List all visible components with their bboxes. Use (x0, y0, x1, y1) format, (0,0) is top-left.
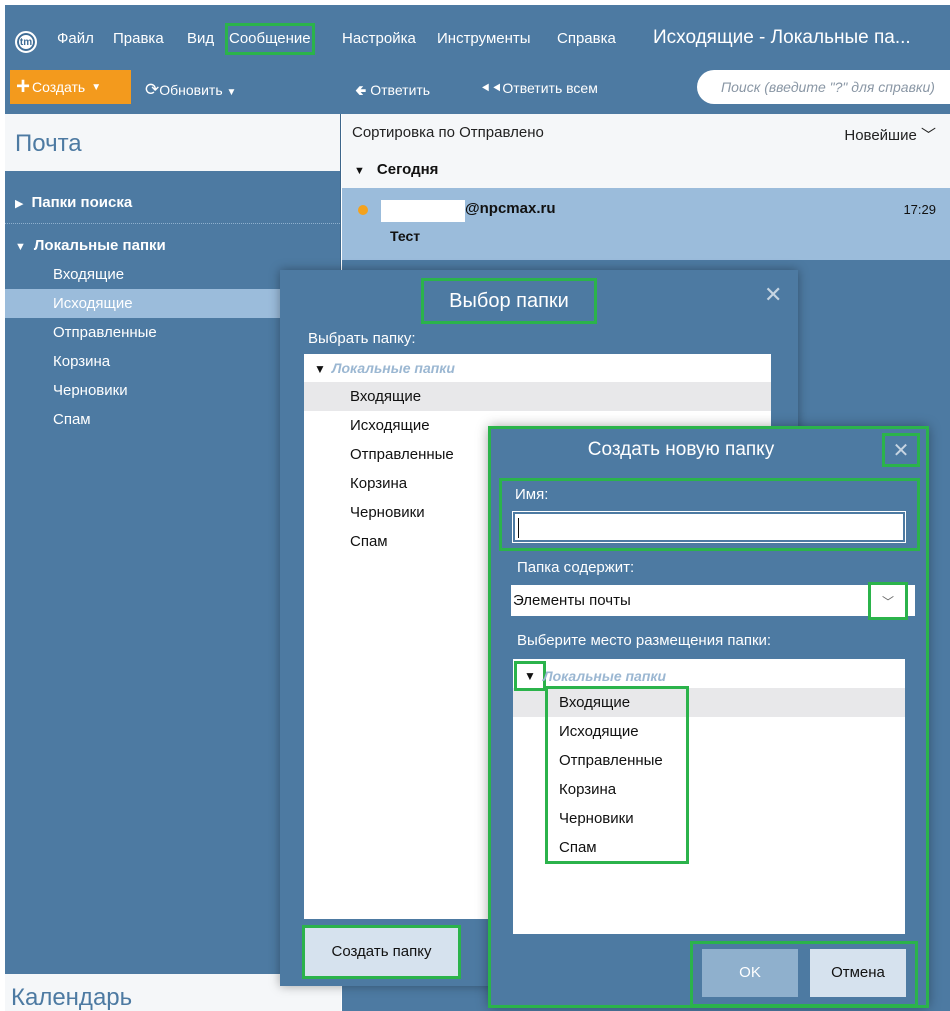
tree-root-local-folders[interactable]: ▼ Локальные папки (304, 354, 771, 382)
chevron-down-icon: ▼ (91, 81, 102, 93)
location-tree: ▼ Локальные папки Входящие Исходящие Отп… (513, 659, 905, 934)
tree-item-trash[interactable]: Корзина (547, 775, 687, 804)
name-label: Имя: (515, 486, 549, 503)
contains-label: Папка содержит: (517, 559, 635, 576)
search-input[interactable]: Поиск (введите "?" для справки) (697, 70, 950, 104)
menu-settings[interactable]: Настройка (340, 25, 418, 53)
triangle-down-icon[interactable]: ▼ (514, 661, 546, 691)
tree-item-spam[interactable]: Спам (547, 833, 687, 862)
refresh-button[interactable]: ⟳Обновить ▼ (145, 80, 236, 100)
tree-item-inbox[interactable]: Входящие (304, 382, 771, 411)
unread-dot-icon (358, 205, 368, 215)
cancel-button[interactable]: Отмена (810, 949, 906, 997)
new-folder-dialog: Создать новую папку ✕ Имя: Папка содержи… (488, 426, 929, 1008)
dialog-title: Выбор папки (421, 278, 597, 324)
dialog-title: Создать новую папку (587, 439, 775, 460)
tree-item-outbox[interactable]: Исходящие (547, 717, 687, 746)
reply-icon: 🢀 (355, 82, 367, 98)
divider (5, 223, 340, 224)
toolbar: + Создать ▼ ⟳Обновить ▼ 🢀 Ответить ⯇⯇Отв… (5, 62, 950, 114)
menu-tools[interactable]: Инструменты (435, 25, 533, 53)
sort-order-dropdown[interactable]: Новейшие ﹀ (844, 124, 936, 145)
reply-all-label: Ответить всем (502, 80, 598, 96)
sort-bar: Сортировка по Отправлено Новейшие ﹀ (342, 114, 950, 152)
location-folder-list: Входящие Исходящие Отправленные Корзина … (545, 686, 689, 864)
dialog-buttons: OK Отмена (690, 941, 918, 1007)
menu-bar: tm Файл Правка Вид Сообщение Настройка И… (5, 5, 950, 62)
reply-all-button[interactable]: ⯇⯇Ответить всем (480, 80, 598, 97)
chevron-down-icon[interactable]: ﹀ (868, 582, 908, 620)
message-row[interactable]: @npcmax.ru 17:29 Тест (342, 188, 950, 260)
tree-item-drafts[interactable]: Черновики (547, 804, 687, 833)
sidebar-group-label: Локальные папки (33, 237, 166, 254)
create-folder-button[interactable]: Создать папку (302, 925, 461, 979)
contains-select[interactable]: Элементы почты (511, 585, 915, 616)
select-folder-label: Выбрать папку: (308, 330, 416, 347)
triangle-down-icon: ▼ (15, 241, 26, 253)
menu-help[interactable]: Справка (555, 25, 618, 53)
close-icon[interactable]: ✕ (764, 284, 782, 306)
close-icon[interactable]: ✕ (882, 433, 920, 467)
chevron-down-icon: ▼ (226, 87, 237, 98)
sidebar-group-search-folders[interactable]: ▶ Папки поиска (5, 189, 340, 217)
group-label: Сегодня (376, 161, 439, 178)
refresh-icon: ⟳ (145, 80, 160, 99)
refresh-label: Обновить (159, 82, 223, 98)
location-label: Выберите место размещения папки: (517, 632, 772, 649)
sort-label[interactable]: Сортировка по Отправлено (352, 124, 544, 141)
create-button[interactable]: + Создать ▼ (10, 70, 131, 104)
ok-button[interactable]: OK (702, 949, 798, 997)
tree-root-local-folders[interactable]: Локальные папки (543, 663, 666, 689)
sidebar-header-mail[interactable]: Почта (5, 114, 340, 171)
triangle-down-icon: ▼ (314, 362, 326, 376)
sidebar-group-label: Папки поиска (31, 194, 133, 211)
app-logo-icon: tm (15, 31, 37, 53)
redacted-sender (381, 200, 465, 222)
triangle-down-icon: ▼ (354, 165, 365, 177)
window-title: Исходящие - Локальные па... (653, 27, 911, 48)
message-subject: Тест (390, 228, 421, 244)
reply-all-icon: ⯇⯇ (480, 80, 503, 96)
create-label: Создать (32, 79, 86, 95)
text-cursor (518, 518, 519, 538)
message-sender: @npcmax.ru (465, 200, 556, 217)
reply-button[interactable]: 🢀 Ответить (355, 80, 430, 104)
menu-view[interactable]: Вид (185, 25, 216, 53)
menu-message[interactable]: Сообщение (225, 23, 315, 55)
tree-item-inbox[interactable]: Входящие (547, 688, 687, 717)
menu-file[interactable]: Файл (55, 25, 96, 53)
name-field-group: Имя: (499, 478, 920, 551)
plus-icon: + (16, 73, 31, 100)
group-header-today[interactable]: ▼ Сегодня (342, 152, 950, 188)
menu-edit[interactable]: Правка (111, 25, 166, 53)
triangle-right-icon: ▶ (15, 198, 24, 210)
folder-name-input[interactable] (512, 511, 906, 543)
sort-order-label: Новейшие (844, 127, 917, 144)
chevron-down-icon: ﹀ (920, 127, 936, 144)
tree-item-sent[interactable]: Отправленные (547, 746, 687, 775)
sidebar-group-local-folders[interactable]: ▼ Локальные папки (5, 232, 340, 260)
reply-label: Ответить (370, 82, 431, 98)
message-time: 17:29 (903, 202, 936, 217)
tree-root-label: Локальные папки (331, 360, 455, 376)
